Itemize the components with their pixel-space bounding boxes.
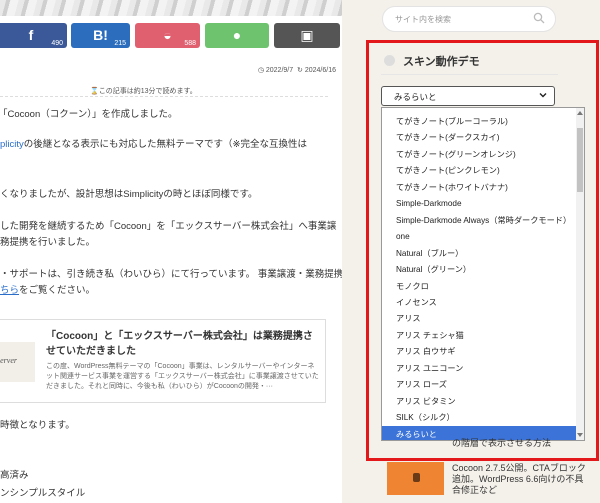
dropdown-option[interactable]: SILK（シルク） bbox=[382, 409, 578, 426]
dropdown-option[interactable]: てがきノート(ホワイトバナナ) bbox=[382, 179, 578, 196]
dropdown-option[interactable]: アリス チェシャ猫 bbox=[382, 327, 578, 344]
dropdown-option[interactable]: てがきノート(グリーンオレンジ) bbox=[382, 146, 578, 163]
widget-title: スキン動作デモ bbox=[403, 56, 480, 68]
card-description: この度、WordPress無料テーマの「Cocoon」事業は、レンタルサーバーや… bbox=[46, 363, 319, 390]
copy-icon: ▣ bbox=[300, 27, 314, 43]
dropdown-option[interactable]: イノセンス bbox=[382, 294, 578, 311]
copy-link-button[interactable]: ▣ bbox=[274, 23, 340, 48]
published-date: 2022/9/7 bbox=[265, 67, 294, 74]
post-thumbnail[interactable] bbox=[387, 462, 444, 495]
updated-icon: ↻ bbox=[297, 67, 303, 74]
widget-divider bbox=[381, 74, 558, 75]
skin-select[interactable]: みるらいと bbox=[381, 86, 555, 106]
sidebar-post-title[interactable]: Cocoon 2.7.5公開。CTAブロック追加。WordPress 6.6向け… bbox=[452, 463, 590, 496]
scrollbar-thumb[interactable] bbox=[577, 128, 583, 192]
read-time-text: この記事は約13分で読めます。 bbox=[98, 88, 197, 95]
blog-card[interactable]: server 「Cocoon」と「エックスサーバー株式会社」は業務提携させていた… bbox=[0, 319, 326, 403]
search-box[interactable]: サイト内を検索 bbox=[382, 6, 556, 32]
share-buttons: f 490 B! 215 ◒ 588 ● ▣ bbox=[0, 23, 342, 48]
clock-icon: ◷ bbox=[257, 67, 264, 74]
dropdown-option[interactable]: Natural（ブルー） bbox=[382, 245, 578, 262]
title-dot-icon bbox=[384, 55, 395, 66]
share-count: 588 bbox=[184, 40, 196, 47]
paragraph-line: 時徴となります。 bbox=[0, 420, 75, 431]
paragraph-text: をご覧ください。 bbox=[19, 285, 96, 296]
paragraph-line: ちらをご覧ください。 bbox=[0, 284, 95, 298]
line-share-button[interactable]: ● bbox=[205, 23, 269, 48]
hourglass-icon: ⌛ bbox=[90, 88, 99, 95]
dropdown-option[interactable]: Simple-Darkmode Always（常時ダークモード） bbox=[382, 212, 578, 229]
dropdown-option[interactable]: てがきノート(ブルーコーラル) bbox=[382, 113, 578, 130]
paragraph-line: した開発を継続するため「Cocoon」を「エックスサーバー株式会社」へ事業譲 bbox=[0, 221, 337, 232]
share-count: 490 bbox=[51, 40, 63, 47]
cocoon-logo-icon bbox=[413, 473, 420, 482]
select-value: みるらいと bbox=[394, 92, 437, 102]
simplicity-link[interactable]: plicity bbox=[0, 139, 24, 150]
line-icon: ● bbox=[232, 27, 242, 43]
paragraph-line: くなりましたが、設計思想はSimplicityの時とほぼ同様です。 bbox=[0, 189, 258, 200]
search-icon[interactable] bbox=[533, 12, 545, 24]
scroll-up-icon[interactable] bbox=[576, 108, 584, 118]
search-input[interactable]: サイト内を検索 bbox=[395, 14, 451, 25]
details-link[interactable]: ちら bbox=[0, 285, 19, 296]
card-thumb-text: server bbox=[0, 356, 17, 365]
hatena-icon: B! bbox=[93, 27, 108, 43]
card-title: 「Cocoon」と「エックスサーバー株式会社」は業務提携させていただきました bbox=[46, 331, 313, 357]
sidebar-post-title[interactable]: の階層で表示させる方法 bbox=[452, 437, 600, 449]
dropdown-option[interactable]: アリス ローズ bbox=[382, 376, 578, 393]
dropdown-option[interactable]: one bbox=[382, 228, 578, 245]
paragraph-line: 「Cocoon（コクーン）」を作成しました。 bbox=[0, 109, 178, 120]
facebook-share-button[interactable]: f 490 bbox=[0, 23, 67, 48]
paragraph-line: 務提携を行いました。 bbox=[0, 237, 96, 248]
chevron-down-icon bbox=[539, 93, 547, 98]
paragraph-line: 高済み bbox=[0, 470, 29, 481]
card-thumbnail: server bbox=[0, 342, 35, 382]
paragraph-text: の後継となる表示にも対応した無料テーマです（※完全な互換性は bbox=[23, 139, 307, 150]
dropdown-option[interactable]: アリス bbox=[382, 310, 578, 327]
dropdown-option[interactable]: てがきノート(ダークスカイ) bbox=[382, 129, 578, 146]
skin-dropdown-list[interactable]: てがきノート(ブルーコーラル) てがきノート(ダークスカイ) てがきノート(グリーン… bbox=[381, 107, 585, 441]
article-column: f 490 B! 215 ◒ 588 ● ▣ ◷ 2022/9/7 ↻ 2024… bbox=[0, 0, 342, 503]
pocket-share-button[interactable]: ◒ 588 bbox=[135, 23, 200, 48]
hero-image bbox=[0, 0, 342, 16]
dropdown-option[interactable]: モノクロ bbox=[382, 278, 578, 295]
facebook-icon: f bbox=[28, 27, 34, 43]
paragraph-line: ・サポートは、引き続き私（わいひら）にて行っています。 事業譲渡・業務提携 bbox=[0, 269, 342, 280]
paragraph-line: plicityの後継となる表示にも対応した無料テーマです（※完全な互換性は bbox=[0, 138, 307, 152]
pocket-icon: ◒ bbox=[163, 27, 172, 43]
paragraph-line: ンシンプルスタイル bbox=[0, 488, 86, 499]
read-time: ⌛この記事は約13分で読めます。 bbox=[90, 86, 197, 96]
divider bbox=[0, 96, 328, 97]
share-count: 215 bbox=[114, 40, 126, 47]
dropdown-option[interactable]: Natural（グリーン） bbox=[382, 261, 578, 278]
dropdown-scrollbar[interactable] bbox=[576, 108, 584, 440]
dropdown-option[interactable]: てがきノート(ピンクレモン) bbox=[382, 162, 578, 179]
dropdown-option[interactable]: アリス ビタミン bbox=[382, 393, 578, 410]
dropdown-option[interactable]: アリス ユニコーン bbox=[382, 360, 578, 377]
dropdown-option[interactable]: Simple-Darkmode bbox=[382, 195, 578, 212]
hatena-share-button[interactable]: B! 215 bbox=[71, 23, 130, 48]
updated-date: 2024/6/16 bbox=[304, 67, 336, 74]
dropdown-option[interactable]: アリス 白ウサギ bbox=[382, 343, 578, 360]
post-dates: ◷ 2022/9/7 ↻ 2024/6/16 bbox=[258, 66, 336, 74]
